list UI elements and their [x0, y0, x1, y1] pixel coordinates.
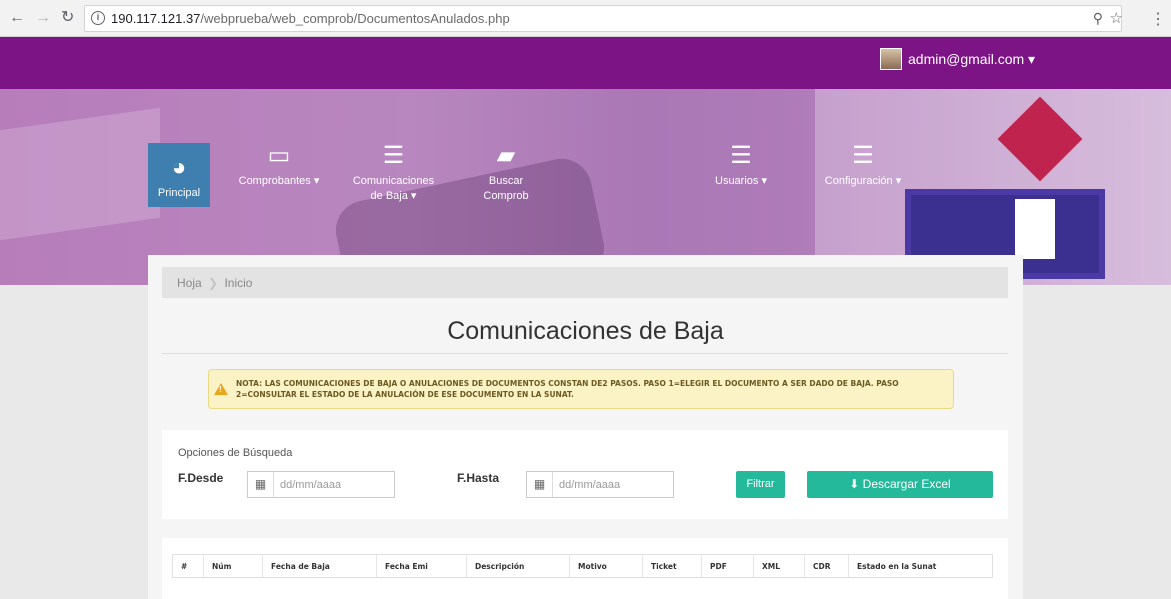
column-header-cdr[interactable]: CDR: [805, 555, 849, 577]
column-header-num[interactable]: Núm: [204, 555, 263, 577]
content-panel: Hoja ❯ Inicio Comunicaciones de Baja ! N…: [148, 255, 1023, 599]
warning-alert: ! NOTA: LAS COMUNICACIONES DE BAJA O ANU…: [208, 369, 954, 409]
chevron-right-icon: ❯: [208, 276, 219, 290]
filter-button[interactable]: Filtrar: [736, 471, 785, 498]
column-header-pdf[interactable]: PDF: [702, 555, 754, 577]
browser-toolbar: ← → ↻ i 190.117.121.37/webprueba/web_com…: [0, 0, 1171, 37]
nav-principal-label: Principal: [157, 187, 201, 199]
date-from-label: F.Desde: [178, 471, 224, 485]
reload-icon[interactable]: ↻: [61, 9, 74, 27]
user-menu[interactable]: admin@gmail.com ▾: [908, 51, 1035, 68]
download-excel-button[interactable]: ⬇ Descargar Excel: [807, 471, 993, 498]
column-header-estado-sunat[interactable]: Estado en la Sunat: [849, 555, 992, 577]
nav-buscar-label-line1: Buscar: [488, 175, 524, 187]
search-options-title: Opciones de Búsqueda: [178, 447, 293, 459]
nav-usuarios[interactable]: ☰ Usuarios ▾: [706, 144, 776, 189]
nav-buscar-comprob[interactable]: ▰ Buscar Comprob: [476, 144, 536, 204]
column-header-index[interactable]: #: [173, 555, 204, 577]
list-icon: ☰: [730, 142, 752, 169]
back-arrow-icon[interactable]: ←: [9, 9, 25, 27]
nav-comunicaciones-baja[interactable]: ☰ Comunicaciones de Baja ▾: [351, 144, 436, 204]
list-icon: ☰: [382, 142, 405, 169]
kebab-menu-icon[interactable]: ⋮: [1150, 9, 1166, 29]
banner-receipt-shape: [1015, 199, 1055, 259]
zoom-icon[interactable]: ⚲: [1093, 10, 1103, 27]
top-header-bar: admin@gmail.com ▾: [0, 37, 1171, 89]
nav-baja-label-line1: Comunicaciones: [352, 175, 435, 187]
address-bar[interactable]: i 190.117.121.37/webprueba/web_comprob/D…: [84, 5, 1123, 32]
forward-arrow-icon[interactable]: →: [35, 9, 51, 27]
warning-text: NOTA: LAS COMUNICACIONES DE BAJA O ANULA…: [236, 379, 899, 399]
avatar[interactable]: [880, 48, 902, 70]
folder-open-icon: ▰: [496, 142, 516, 169]
title-divider: [162, 353, 1008, 354]
nav-usuarios-label: Usuarios ▾: [715, 175, 767, 187]
date-to-label: F.Hasta: [457, 471, 500, 485]
url-path: /webprueba/web_comprob/DocumentosAnulado…: [200, 11, 510, 26]
nav-baja-label-line2: de Baja ▾: [370, 190, 417, 202]
page-title: Comunicaciones de Baja: [447, 317, 724, 345]
nav-configuracion[interactable]: ☰ Configuración ▾: [818, 144, 908, 189]
warning-icon: !: [214, 383, 228, 395]
laptop-icon: ▭: [267, 142, 291, 169]
column-header-xml[interactable]: XML: [754, 555, 805, 577]
breadcrumb: Hoja ❯ Inicio: [162, 267, 1008, 298]
list-icon: ☰: [852, 142, 874, 169]
nav-configuracion-label: Configuración ▾: [824, 175, 902, 187]
nav-buscar-label-line2: Comprob: [483, 190, 529, 202]
breadcrumb-current: Inicio: [224, 276, 253, 290]
breadcrumb-root[interactable]: Hoja: [177, 276, 202, 290]
url-host: 190.117.121.37: [111, 11, 201, 26]
nav-comprobantes[interactable]: ▭ Comprobantes ▾: [234, 144, 324, 189]
search-options-card: Opciones de Búsqueda F.Desde ▦ F.Hasta ▦…: [162, 430, 1008, 519]
nav-principal[interactable]: ◕ Principal: [148, 143, 210, 207]
info-icon[interactable]: i: [91, 11, 105, 25]
column-header-fecha-baja[interactable]: Fecha de Baja: [263, 555, 377, 577]
calendar-icon[interactable]: ▦: [527, 472, 553, 497]
column-header-ticket[interactable]: Ticket: [643, 555, 702, 577]
banner-laptop-shape: [0, 107, 160, 241]
date-from-group: ▦: [247, 471, 395, 498]
dashboard-icon: ◕: [171, 154, 187, 181]
star-icon[interactable]: ☆: [1110, 9, 1123, 27]
date-to-input[interactable]: [559, 472, 669, 497]
url-text: 190.117.121.37/webprueba/web_comprob/Doc…: [111, 11, 510, 26]
column-header-motivo[interactable]: Motivo: [570, 555, 643, 577]
column-header-descripcion[interactable]: Descripción: [467, 555, 570, 577]
table-header-row: # Núm Fecha de Baja Fecha Emi Descripció…: [172, 554, 993, 578]
calendar-icon[interactable]: ▦: [248, 472, 274, 497]
results-table-card: # Núm Fecha de Baja Fecha Emi Descripció…: [162, 538, 1008, 599]
column-header-fecha-emi[interactable]: Fecha Emi: [377, 555, 467, 577]
date-to-group: ▦: [526, 471, 674, 498]
date-from-input[interactable]: [280, 472, 390, 497]
nav-comprobantes-label: Comprobantes ▾: [238, 175, 320, 187]
